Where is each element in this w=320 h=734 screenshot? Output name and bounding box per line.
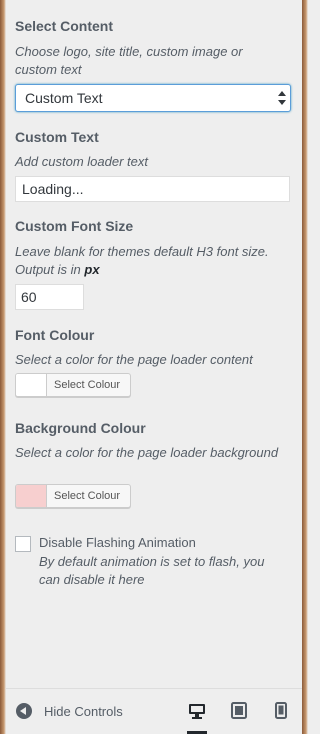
custom-font-size-title: Custom Font Size <box>15 218 134 234</box>
font-size-description-text: Leave blank for themes default H3 font s… <box>15 244 269 277</box>
select-content-value: Custom Text <box>25 90 103 106</box>
custom-font-size-input[interactable]: 60 <box>15 284 84 310</box>
custom-text-input[interactable]: Loading... <box>15 176 290 202</box>
background-colour-button-label: Select Colour <box>54 490 121 502</box>
custom-font-size-description: Leave blank for themes default H3 font s… <box>15 243 285 279</box>
font-colour-title: Font Colour <box>15 327 95 343</box>
custom-text-title: Custom Text <box>15 129 99 145</box>
tablet-icon <box>231 701 247 719</box>
background-colour-description: Select a color for the page loader backg… <box>15 445 279 460</box>
custom-text-description: Add custom loader text <box>15 154 148 169</box>
customizer-footer: Hide Controls <box>6 688 302 734</box>
select-content-dropdown[interactable]: Custom Text <box>15 84 291 112</box>
disable-flashing-label: Disable Flashing Animation <box>39 535 196 550</box>
font-colour-select-button[interactable]: Select Colour <box>15 373 131 397</box>
customizer-panel: Select Content Choose logo, site title, … <box>6 0 302 734</box>
font-colour-button-label: Select Colour <box>54 379 121 391</box>
font-colour-description: Select a color for the page loader conte… <box>15 352 253 367</box>
mobile-icon <box>275 701 287 719</box>
background-colour-select-button[interactable]: Select Colour <box>15 484 131 508</box>
desktop-icon <box>189 704 205 719</box>
preview-tablet-button[interactable] <box>229 699 249 721</box>
collapse-arrow-icon <box>16 703 32 719</box>
background-colour-title: Background Colour <box>15 420 146 436</box>
preview-mobile-button[interactable] <box>271 699 291 721</box>
select-arrows-icon <box>278 91 286 105</box>
hide-controls-button[interactable]: Hide Controls <box>16 703 123 719</box>
select-content-title: Select Content <box>15 18 114 34</box>
hide-controls-label: Hide Controls <box>44 703 123 719</box>
select-content-description: Choose logo, site title, custom image or… <box>15 44 243 77</box>
disable-flashing-checkbox[interactable] <box>15 536 31 552</box>
font-size-unit: px <box>84 262 100 277</box>
background-colour-swatch <box>16 485 47 507</box>
disable-flashing-description: By default animation is set to flash, yo… <box>39 554 265 587</box>
font-colour-swatch <box>16 374 47 396</box>
preview-desktop-button[interactable] <box>187 699 207 734</box>
